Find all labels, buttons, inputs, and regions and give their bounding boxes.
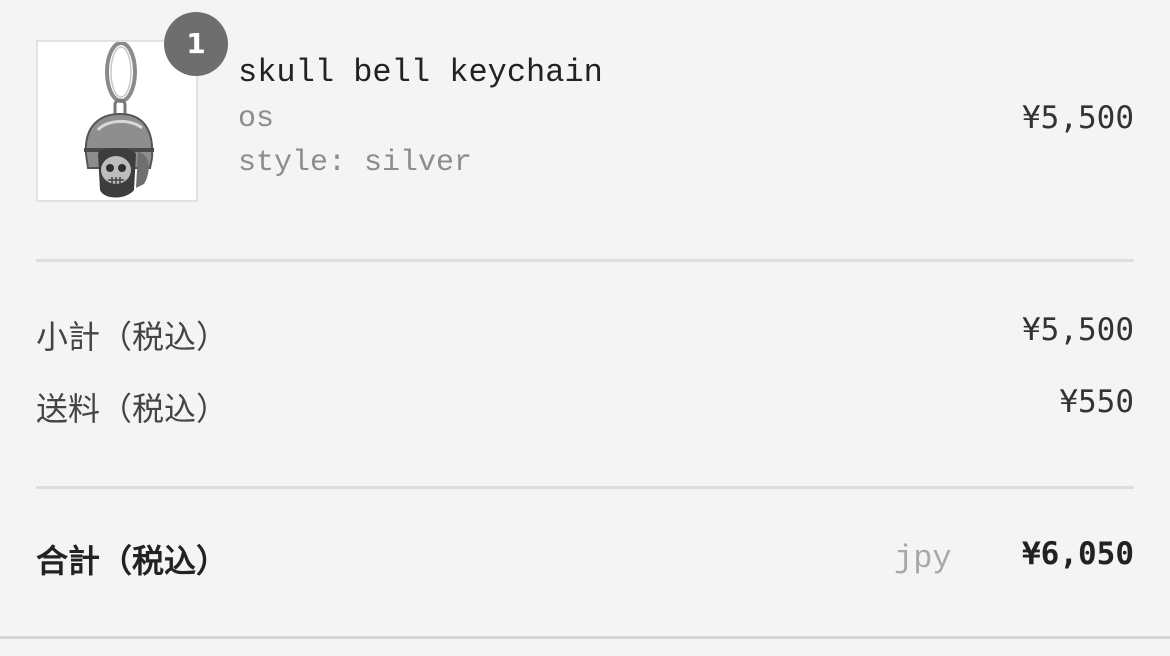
cart-line-item: 1 skull bell keychain os style: silver ¥… [36,12,1134,206]
subtotal-label: 小計（税込） [36,318,229,356]
shipping-label: 送料（税込） [36,390,229,428]
bottom-border [0,636,1170,639]
product-style: style: silver [238,146,473,180]
total-value: ¥6,050 [1022,536,1134,572]
subtotal-value: ¥5,500 [1022,312,1134,348]
product-title: skull bell keychain [238,54,603,91]
currency-code: jpy [894,540,952,577]
divider [36,486,1134,489]
total-label: 合計（税込） [36,542,229,580]
divider [36,259,1134,262]
product-price: ¥5,500 [1022,100,1134,136]
shipping-value: ¥550 [1059,384,1134,420]
product-variant: os [238,102,275,136]
quantity-badge: 1 [164,12,228,76]
